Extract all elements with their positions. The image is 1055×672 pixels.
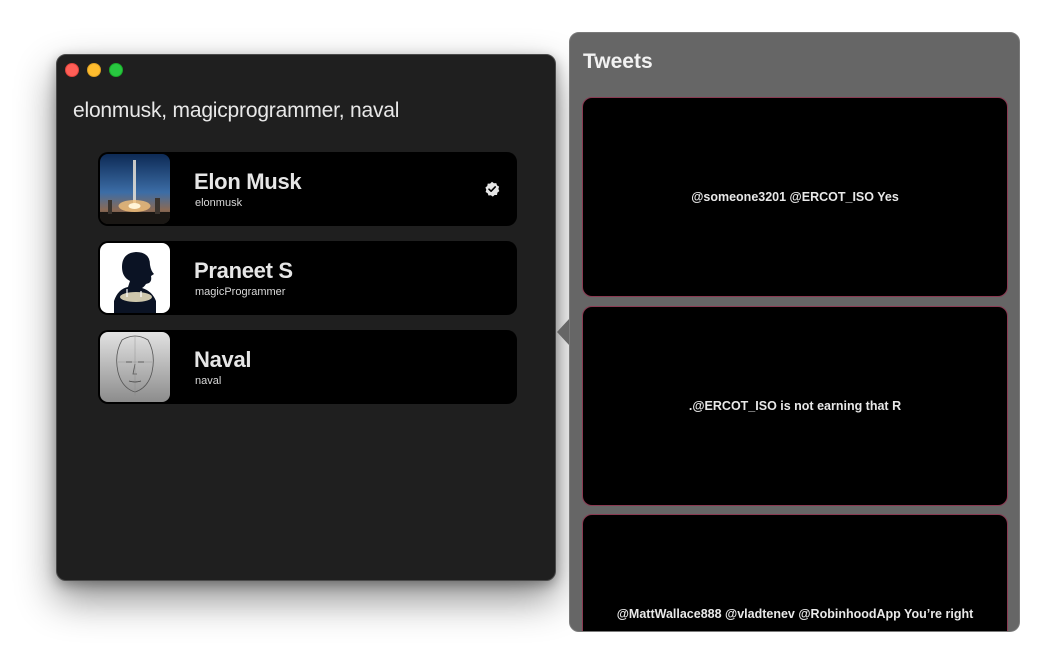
- window-controls: [65, 63, 123, 77]
- tweet-text: @MattWallace888 @vladtenev @RobinhoodApp…: [616, 607, 974, 621]
- close-button[interactable]: [65, 63, 79, 77]
- user-handle: elonmusk: [195, 197, 243, 209]
- user-handle: naval: [195, 375, 222, 387]
- minimize-button[interactable]: [87, 63, 101, 77]
- zoom-button[interactable]: [109, 63, 123, 77]
- main-window: elonmusk, magicprogrammer, naval Elon Mu…: [56, 54, 556, 581]
- tweet-card[interactable]: @someone3201 @ERCOT_ISO Yes: [582, 97, 1008, 297]
- verified-badge-icon: [484, 181, 500, 197]
- window-title: elonmusk, magicprogrammer, naval: [73, 99, 400, 122]
- tweet-text: .@ERCOT_ISO is not earning that R: [688, 399, 902, 413]
- user-name: Naval: [194, 347, 252, 372]
- sketch-face-avatar: [100, 332, 170, 402]
- user-name: Elon Musk: [194, 169, 302, 194]
- user-card-elonmusk[interactable]: Elon Musk elonmusk: [98, 152, 517, 226]
- user-card-magicprogrammer[interactable]: Praneet S magicProgrammer: [98, 241, 517, 315]
- user-list: Elon Musk elonmusk Praneet S magicProgra…: [98, 152, 517, 419]
- popover-title: Tweets: [583, 50, 653, 73]
- silhouette-avatar: [100, 243, 170, 313]
- user-name: Praneet S: [194, 258, 293, 283]
- user-card-naval[interactable]: Naval naval: [98, 330, 517, 404]
- tweets-popover: Tweets @someone3201 @ERCOT_ISO Yes .@ERC…: [569, 32, 1020, 632]
- tweet-card[interactable]: .@ERCOT_ISO is not earning that R: [582, 306, 1008, 506]
- user-handle: magicProgrammer: [195, 286, 286, 298]
- tweet-text: @someone3201 @ERCOT_ISO Yes: [691, 190, 899, 204]
- tweet-card[interactable]: @MattWallace888 @vladtenev @RobinhoodApp…: [582, 514, 1008, 631]
- rocket-launch-avatar: [100, 154, 170, 224]
